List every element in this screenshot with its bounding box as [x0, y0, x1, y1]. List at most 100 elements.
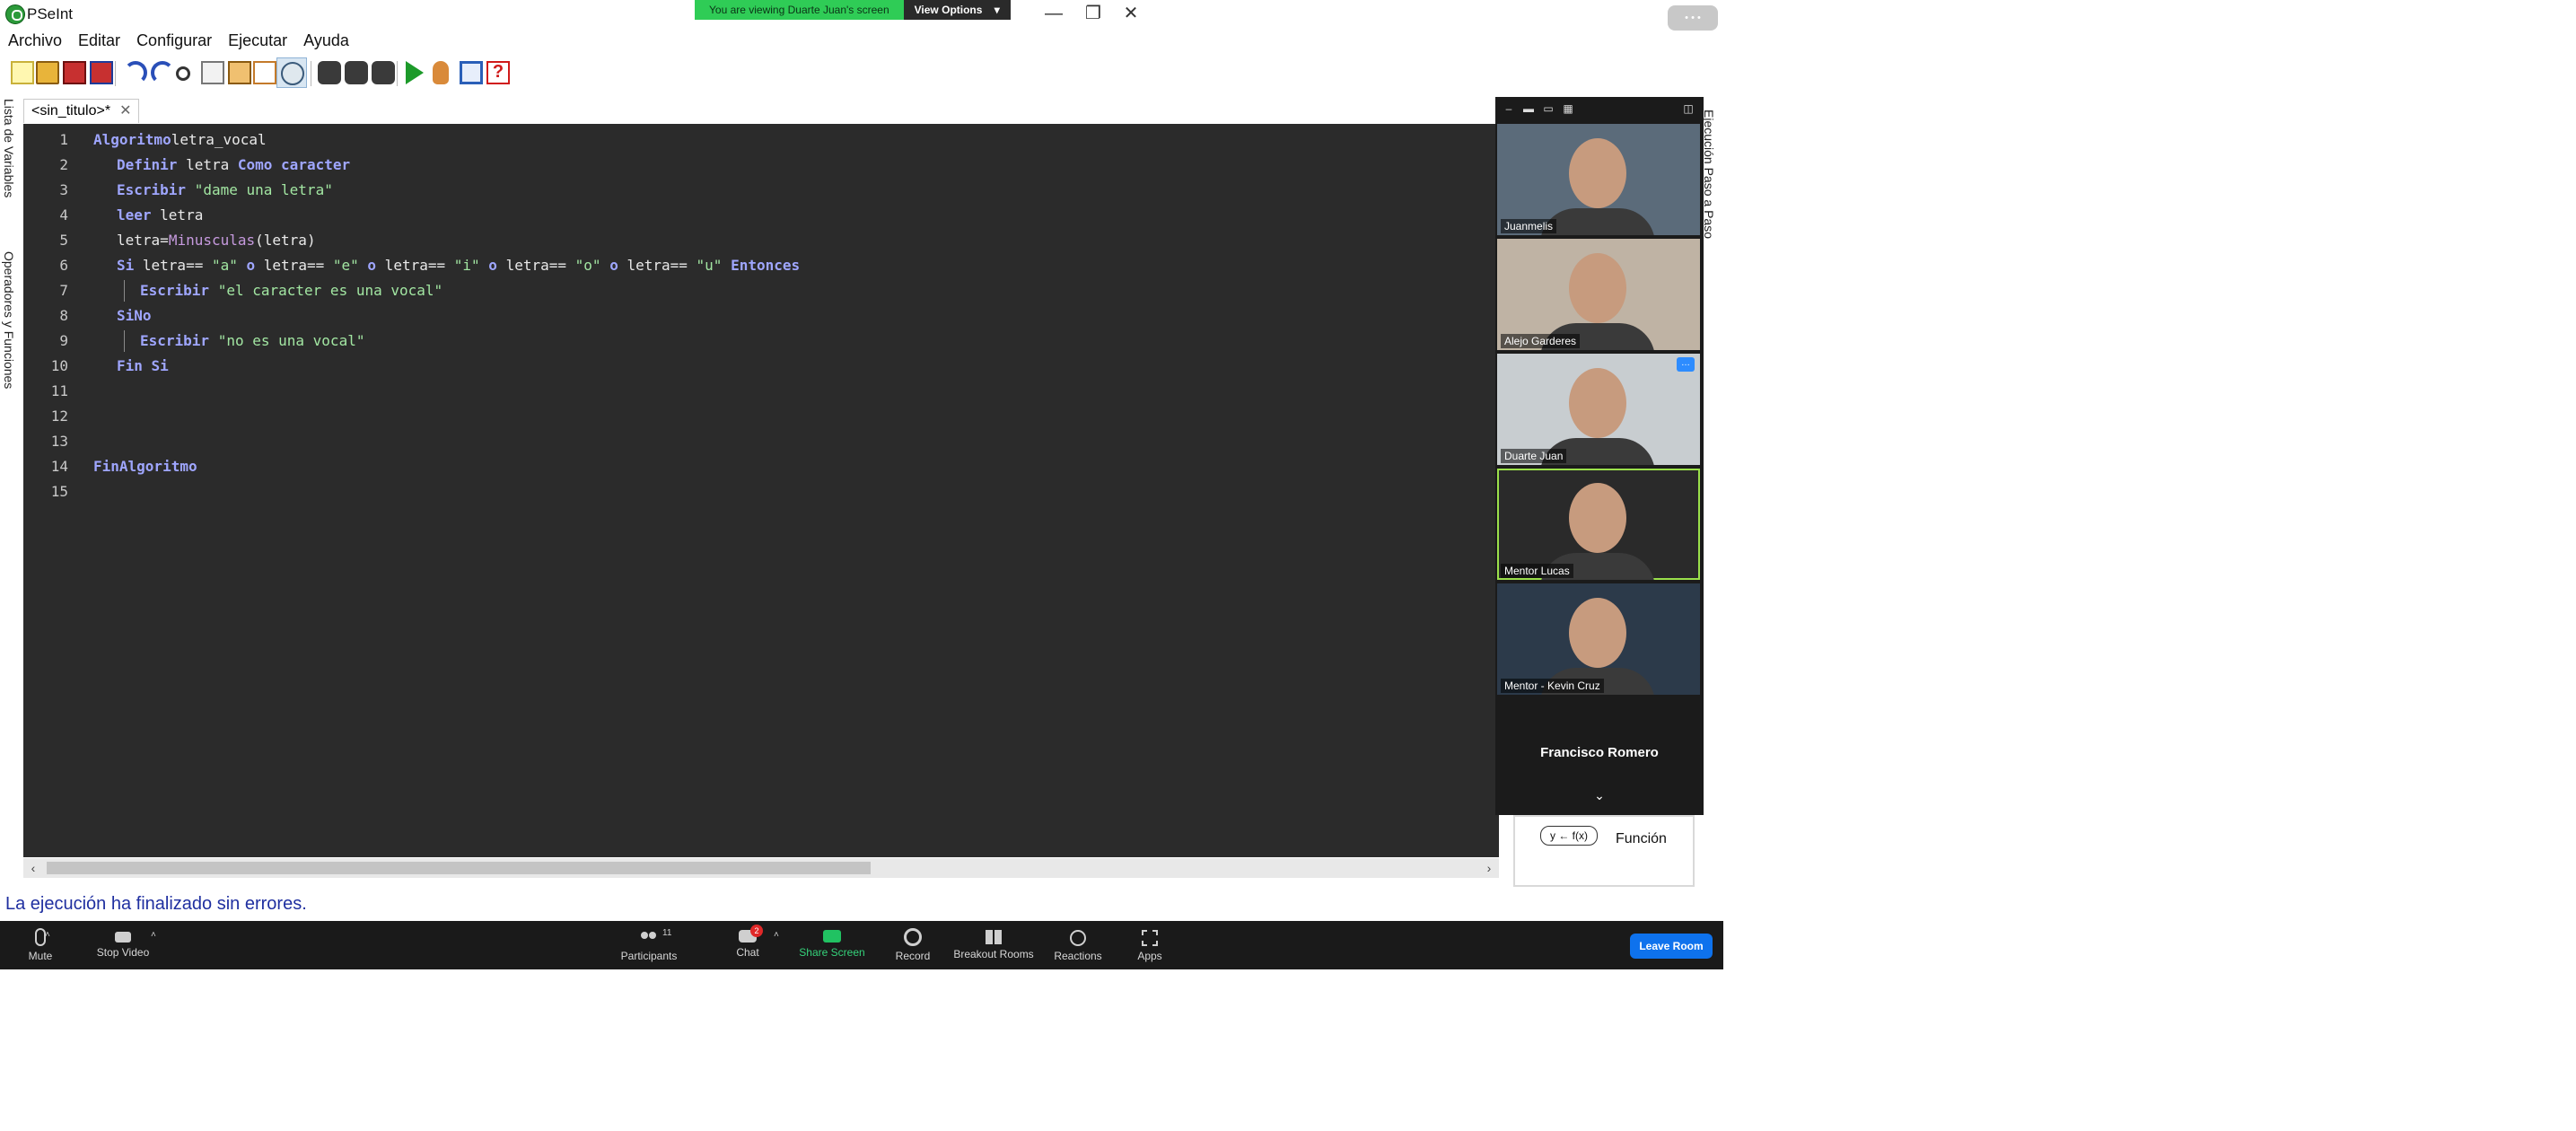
text-token: letra== [255, 257, 333, 274]
text-token: letra [151, 206, 204, 224]
code-line[interactable]: 12 [23, 404, 1495, 429]
indent-button[interactable] [250, 57, 280, 88]
record-button[interactable]: Record [872, 925, 953, 968]
code-line[interactable]: 9 Escribir "no es una vocal" [23, 329, 1495, 354]
participants-button[interactable]: 11 Participants [609, 925, 689, 968]
find-next-button[interactable] [341, 57, 372, 88]
code-line[interactable]: 14 FinAlgoritmo [23, 454, 1495, 479]
window-title: PSeInt [27, 5, 74, 22]
tab-close-icon[interactable]: ✕ [119, 103, 131, 118]
line-number: 3 [59, 181, 68, 198]
code-text: Fin Si [117, 354, 169, 379]
reactions-button[interactable]: Reactions [1038, 925, 1118, 968]
leave-room-button[interactable]: Leave Room [1630, 934, 1713, 959]
code-line[interactable]: 3 Escribir "dame una letra" [23, 178, 1495, 203]
chat-badge: 2 [750, 925, 763, 937]
scrollbar-thumb[interactable] [47, 862, 871, 874]
step-by-step-button[interactable] [429, 57, 460, 88]
restore-button[interactable]: ❐ [1075, 2, 1111, 25]
code-line[interactable]: 4 leer letra [23, 203, 1495, 228]
mute-options-icon[interactable]: ˄ [45, 930, 50, 940]
chat-options-icon[interactable]: ˄ [774, 930, 779, 940]
participant-name: Duarte Juan [1501, 449, 1567, 463]
breakout-rooms-icon [986, 930, 1002, 944]
participant-video-tile[interactable]: Mentor Lucas [1497, 469, 1700, 580]
participant-video-tile[interactable]: Alejo Garderes [1497, 239, 1700, 350]
gallery-view-icon[interactable]: ▦ [1562, 102, 1574, 115]
copy-button[interactable] [197, 57, 228, 88]
text-token: letra [117, 232, 161, 249]
menu-ayuda[interactable]: Ayuda [295, 29, 357, 52]
debug-view-button[interactable] [276, 57, 307, 88]
code-text: Definir letra Como caracter [117, 153, 350, 178]
mute-button[interactable]: Mute [0, 925, 81, 968]
participant-video-tile[interactable]: Mentor - Kevin Cruz [1497, 583, 1700, 695]
close-button[interactable]: ✕ [1113, 2, 1149, 25]
view-options-button[interactable]: View Options [903, 0, 1011, 20]
zoom-window-controls[interactable]: • • • [1668, 5, 1718, 31]
find-button[interactable] [314, 57, 345, 88]
eye-icon [281, 62, 304, 85]
save-as-button[interactable] [86, 57, 117, 88]
minimize-button[interactable]: — [1036, 2, 1072, 25]
scissors-icon [176, 66, 190, 81]
video-options-icon[interactable]: ˄ [151, 930, 156, 940]
breakout-rooms-button[interactable]: Breakout Rooms [953, 925, 1034, 968]
open-button[interactable] [32, 57, 63, 88]
menu-archivo[interactable]: Archivo [0, 29, 70, 52]
participant-face [1569, 598, 1626, 668]
code-line[interactable]: 2 Definir letra Como caracter [23, 153, 1495, 178]
minimize-icon[interactable]: – [1503, 102, 1515, 115]
replace-button[interactable] [368, 57, 399, 88]
line-number: 7 [59, 282, 68, 299]
share-screen-icon [823, 930, 841, 942]
code-line[interactable]: 8 SiNo [23, 303, 1495, 329]
line-number: 13 [50, 433, 68, 450]
code-line[interactable]: 10 Fin Si [23, 354, 1495, 379]
code-line[interactable]: 15 [23, 479, 1495, 504]
horizontal-scrollbar[interactable]: ‹ › [23, 858, 1499, 878]
tab-operators-functions[interactable]: Operadores y Funciones [2, 251, 16, 389]
code-editor[interactable]: 1 Algoritmoletra_vocal 2 Definir letra Como… [23, 124, 1499, 857]
layout-icon[interactable]: ◫ [1682, 102, 1695, 115]
binoculars-icon [318, 61, 341, 84]
hide-self-icon[interactable]: ▬ [1522, 102, 1535, 115]
scroll-left-icon[interactable]: ‹ [23, 858, 43, 878]
line-number: 8 [59, 307, 68, 324]
menu-configurar[interactable]: Configurar [128, 29, 220, 52]
code-line[interactable]: 1 Algoritmoletra_vocal [23, 127, 1495, 153]
menu-editar[interactable]: Editar [70, 29, 128, 52]
menu-ejecutar[interactable]: Ejecutar [220, 29, 295, 52]
participant-video-tile[interactable]: Juanmelis [1497, 124, 1700, 235]
editor-tab[interactable]: <sin_titulo>* ✕ [23, 99, 140, 123]
help-button[interactable]: ? [483, 57, 513, 88]
code-text: FinAlgoritmo [93, 454, 197, 479]
share-screen-button[interactable]: Share Screen [792, 925, 872, 968]
participant-name: Mentor Lucas [1501, 564, 1573, 578]
tab-step-execution[interactable]: Ejecución Paso a Paso [1702, 110, 1716, 239]
apps-button[interactable]: Apps [1109, 925, 1190, 968]
chat-label: Chat [736, 946, 759, 959]
save-button[interactable] [59, 57, 90, 88]
code-line[interactable]: 11 [23, 379, 1495, 404]
tab-variables-list[interactable]: Lista de Variables [2, 99, 16, 197]
more-options-icon[interactable]: … [1677, 357, 1695, 372]
code-line[interactable]: 6 Si letra== "a" o letra== "e" o letra== … [23, 253, 1495, 278]
scroll-right-icon[interactable]: › [1479, 858, 1499, 878]
code-line[interactable]: 5 letra=Minusculas(letra) [23, 228, 1495, 253]
line-number: 14 [50, 458, 68, 475]
undo-button[interactable] [120, 57, 151, 88]
speaker-view-icon[interactable]: ▭ [1542, 102, 1555, 115]
video-strip-header: – ▬ ▭ ▦ ◫ [1495, 97, 1704, 122]
participant-video-tile[interactable]: Duarte Juan … [1497, 354, 1700, 465]
code-text: letra=Minusculas(letra) [117, 228, 316, 253]
flowchart-button[interactable] [456, 57, 486, 88]
function-icon[interactable]: y ← f(x) [1540, 826, 1598, 846]
participants-icon: 11 [639, 928, 671, 946]
code-line[interactable]: 13 [23, 429, 1495, 454]
string-token: "a" [211, 257, 238, 274]
code-line[interactable]: 7 Escribir "el caracter es una vocal" [23, 278, 1495, 303]
run-button[interactable] [402, 57, 433, 88]
expand-strip-icon[interactable]: ⌄ [1495, 788, 1704, 815]
